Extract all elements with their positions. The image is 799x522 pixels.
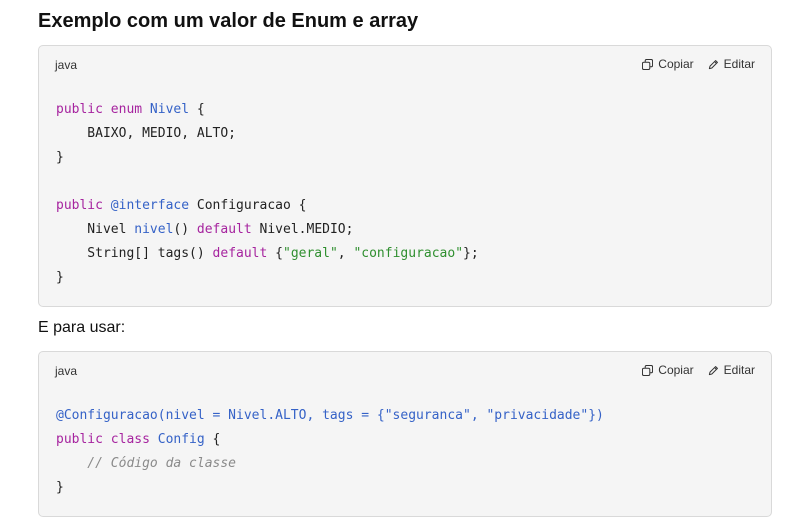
code-block-enum: java Copiar Editar public enum Nivel {B… bbox=[38, 45, 772, 307]
edit-button[interactable]: Editar bbox=[708, 57, 755, 71]
code-content: public enum Nivel { BAIXO, MEDIO, ALTO; … bbox=[56, 98, 479, 290]
copy-label: Copiar bbox=[658, 363, 694, 377]
copy-button[interactable]: Copiar bbox=[642, 57, 694, 71]
code-language-label: java bbox=[55, 364, 78, 378]
code-line: @Configuracao(nivel = Nivel.ALTO, tags =… bbox=[56, 408, 604, 423]
copy-label: Copiar bbox=[658, 57, 694, 71]
code-line: public class Config { bbox=[56, 432, 221, 447]
code-actions: Copiar Editar bbox=[642, 57, 755, 71]
code-block-usage: java Copiar Editar @Configuracao(nivel =… bbox=[38, 351, 772, 517]
code-language-label: java bbox=[55, 58, 78, 72]
code-block-header: java Copiar Editar bbox=[39, 352, 771, 392]
code-line: public enum Nivel { bbox=[56, 102, 205, 117]
edit-label: Editar bbox=[723, 363, 755, 377]
code-line: } bbox=[56, 270, 64, 285]
code-content: @Configuracao(nivel = Nivel.ALTO, tags =… bbox=[56, 404, 604, 500]
code-line: BAIXO, MEDIO, ALTO; bbox=[56, 126, 237, 141]
code-line: } bbox=[56, 480, 64, 495]
code-line: } bbox=[56, 150, 64, 165]
page: Exemplo com um valor de Enum e array jav… bbox=[0, 0, 799, 522]
pencil-icon bbox=[708, 365, 718, 375]
edit-button[interactable]: Editar bbox=[708, 363, 755, 377]
paragraph-text: E para usar: bbox=[38, 319, 126, 336]
code-line: // Código da classe bbox=[56, 456, 237, 471]
code-actions: Copiar Editar bbox=[642, 363, 755, 377]
section-heading: Exemplo com um valor de Enum e array bbox=[38, 10, 419, 32]
edit-label: Editar bbox=[723, 57, 755, 71]
code-block-header: java Copiar Editar bbox=[39, 46, 771, 86]
copy-button[interactable]: Copiar bbox=[642, 363, 694, 377]
pencil-icon bbox=[708, 59, 718, 69]
copy-icon bbox=[642, 364, 654, 376]
code-line: public @interface Configuracao { bbox=[56, 198, 307, 213]
copy-icon bbox=[642, 58, 654, 70]
code-line: Nivel nivel() default Nivel.MEDIO; bbox=[56, 222, 354, 237]
code-line: String[] tags() default {"geral", "confi… bbox=[56, 246, 479, 261]
